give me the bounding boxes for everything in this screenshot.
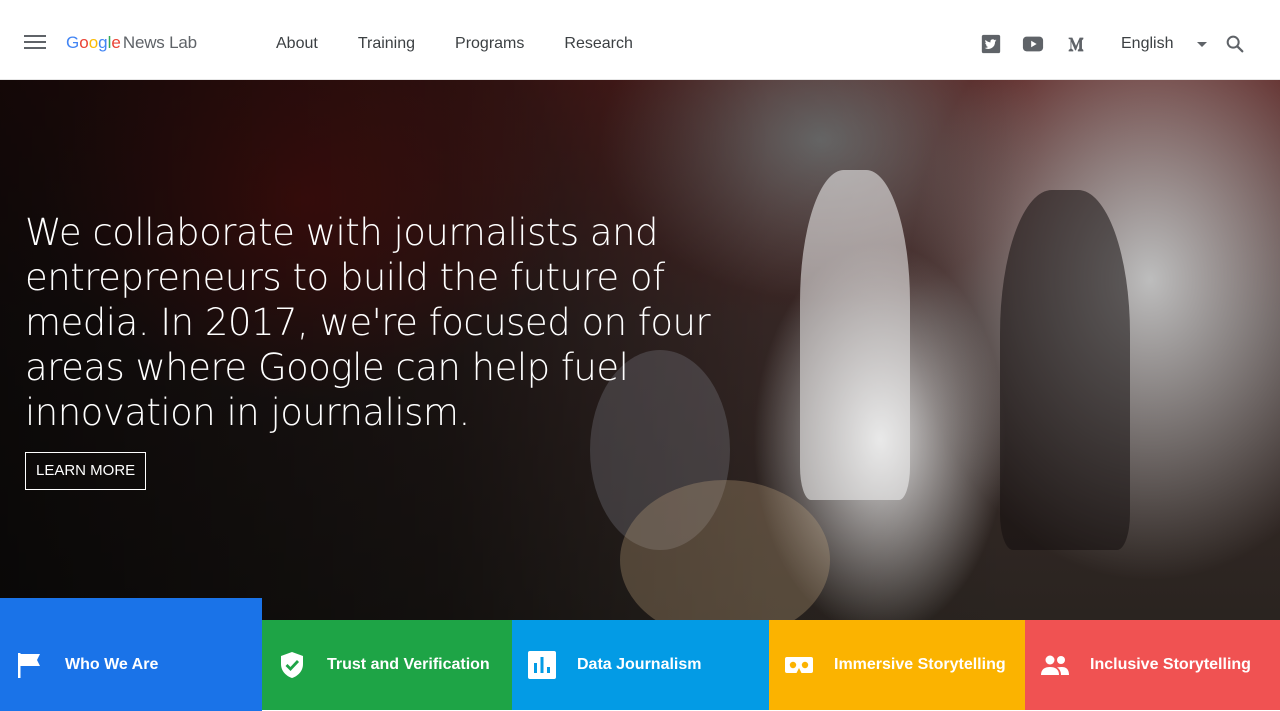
hero-photo-person <box>1000 190 1130 550</box>
vr-headset-icon <box>784 650 814 680</box>
tile-label: Who We Are <box>65 656 159 673</box>
nav-programs[interactable]: Programs <box>455 35 524 53</box>
tile-immersive-storytelling[interactable]: Immersive Storytelling <box>769 620 1025 710</box>
tile-trust-and-verification[interactable]: Trust and Verification <box>262 620 512 710</box>
nav-training[interactable]: Training <box>358 35 415 53</box>
medium-icon[interactable] <box>1065 33 1087 55</box>
tile-who-we-are[interactable]: Who We Are <box>0 598 262 711</box>
hamburger-menu-icon[interactable] <box>24 33 46 51</box>
tile-label: Immersive Storytelling <box>834 656 1006 673</box>
twitter-icon[interactable] <box>980 33 1002 55</box>
site-header: Google News Lab About Training Programs R… <box>0 0 1280 80</box>
tile-label: Inclusive Storytelling <box>1090 656 1251 673</box>
tile-label: Trust and Verification <box>327 656 490 673</box>
youtube-icon[interactable] <box>1022 33 1044 55</box>
nav-about[interactable]: About <box>276 35 318 53</box>
search-icon[interactable] <box>1224 33 1246 55</box>
nav-research[interactable]: Research <box>564 35 632 53</box>
tile-inclusive-storytelling[interactable]: Inclusive Storytelling <box>1025 620 1280 710</box>
tile-data-journalism[interactable]: Data Journalism <box>512 620 769 710</box>
hero-headline: We collaborate with journalists and entr… <box>25 211 711 434</box>
flag-icon <box>15 650 45 680</box>
main-nav: About Training Programs Research <box>276 35 633 53</box>
shield-check-icon <box>277 650 307 680</box>
tile-label: Data Journalism <box>577 656 702 673</box>
chevron-down-icon[interactable] <box>1197 42 1207 47</box>
people-icon <box>1040 650 1070 680</box>
hero-banner: We collaborate with journalists and entr… <box>0 80 1280 620</box>
hero-photo-person <box>800 170 910 500</box>
learn-more-button[interactable]: LEARN MORE <box>25 452 147 490</box>
language-selector[interactable]: English <box>1121 35 1173 53</box>
google-news-lab-logo[interactable]: Google News Lab <box>66 33 197 53</box>
bar-chart-icon <box>527 650 557 680</box>
